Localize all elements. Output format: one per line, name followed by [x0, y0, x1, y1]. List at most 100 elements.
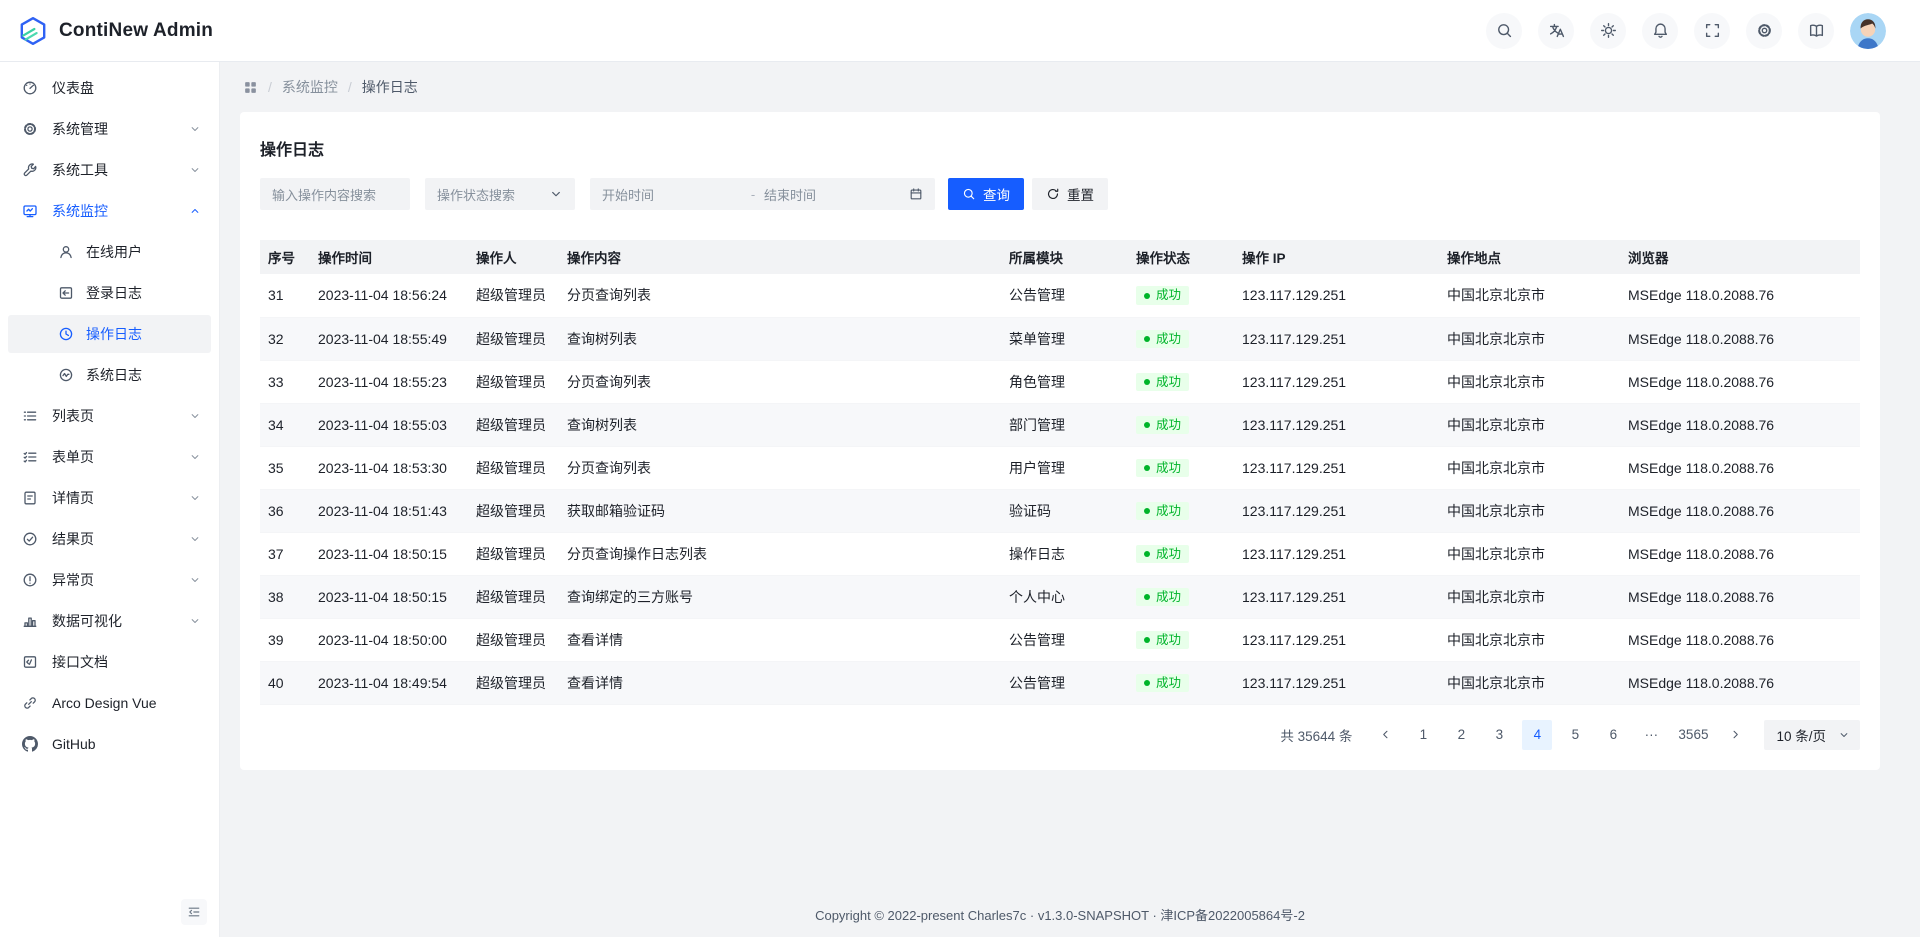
app-root: ContiNew Admin: [0, 0, 1920, 937]
table-row: 38 2023-11-04 18:50:15 超级管理员 查询绑定的三方账号 个…: [260, 575, 1860, 618]
sidebar-item-system-tools[interactable]: 系统工具: [8, 151, 211, 189]
docs-button[interactable]: [1798, 13, 1834, 49]
page-number-button-active[interactable]: 4: [1522, 720, 1552, 750]
sidebar-item-list-pages[interactable]: 列表页: [8, 397, 211, 435]
translate-button[interactable]: [1538, 13, 1574, 49]
apps-grid-icon[interactable]: [243, 80, 258, 95]
cell-content: 分页查询操作日志列表: [559, 532, 1001, 575]
cell-ip: 123.117.129.251: [1234, 274, 1439, 317]
breadcrumb: / 系统监控 / 操作日志: [240, 62, 1880, 112]
user-icon: [58, 244, 74, 260]
chevron-left-icon: [1379, 728, 1392, 741]
sidebar-item-detail-pages[interactable]: 详情页: [8, 479, 211, 517]
cell-content: 分页查询列表: [559, 360, 1001, 403]
cell-location: 中国北京北京市: [1439, 661, 1620, 704]
sidebar-item-label: 仪表盘: [52, 78, 201, 98]
cell-operator: 超级管理员: [468, 618, 559, 661]
status-badge: 成功: [1136, 545, 1189, 564]
cell-ip: 123.117.129.251: [1234, 532, 1439, 575]
date-range-picker[interactable]: 开始时间 - 结束时间: [590, 178, 935, 210]
avatar[interactable]: [1850, 13, 1886, 49]
reset-button[interactable]: 重置: [1032, 178, 1108, 210]
cell-location: 中国北京北京市: [1439, 317, 1620, 360]
page-number-button[interactable]: 1: [1408, 720, 1438, 750]
cell-status: 成功: [1128, 618, 1234, 661]
sidebar-item-online-users[interactable]: 在线用户: [8, 233, 211, 271]
cell-content: 查看详情: [559, 618, 1001, 661]
next-page-button[interactable]: [1720, 720, 1750, 750]
sidebar-collapse-button[interactable]: [181, 899, 207, 925]
theme-toggle-button[interactable]: [1590, 13, 1626, 49]
sidebar-item-exception-pages[interactable]: 异常页: [8, 561, 211, 599]
cell-module: 菜单管理: [1001, 317, 1128, 360]
cell-location: 中国北京北京市: [1439, 532, 1620, 575]
chevron-up-icon: [189, 205, 201, 217]
cell-status: 成功: [1128, 274, 1234, 317]
table-row: 37 2023-11-04 18:50:15 超级管理员 分页查询操作日志列表 …: [260, 532, 1860, 575]
cell-location: 中国北京北京市: [1439, 360, 1620, 403]
sidebar-item-dashboard[interactable]: 仪表盘: [8, 69, 211, 107]
cell-module: 角色管理: [1001, 360, 1128, 403]
cell-browser: MSEdge 118.0.2088.76: [1620, 403, 1860, 446]
status-dot-icon: [1144, 508, 1150, 514]
sidebar-item-form-pages[interactable]: 表单页: [8, 438, 211, 476]
sidebar-item-github[interactable]: GitHub: [8, 725, 211, 763]
search-button[interactable]: [1486, 13, 1522, 49]
prev-page-button[interactable]: [1370, 720, 1400, 750]
cell-time: 2023-11-04 18:56:24: [310, 274, 468, 317]
cell-ip: 123.117.129.251: [1234, 661, 1439, 704]
cell-id: 38: [260, 575, 310, 618]
sidebar-item-operation-log[interactable]: 操作日志: [8, 315, 211, 353]
page-size-select[interactable]: 10 条/页: [1764, 720, 1860, 750]
cell-time: 2023-11-04 18:50:00: [310, 618, 468, 661]
cell-time: 2023-11-04 18:55:23: [310, 360, 468, 403]
content-search-input[interactable]: 输入操作内容搜索: [260, 178, 410, 210]
gear-icon: [1756, 22, 1773, 39]
cell-ip: 123.117.129.251: [1234, 618, 1439, 661]
search-submit-button[interactable]: 查询: [948, 178, 1024, 210]
status-dot-icon: [1144, 637, 1150, 643]
chevron-down-icon: [189, 410, 201, 422]
status-dot-icon: [1144, 336, 1150, 342]
calendar-icon: [909, 187, 923, 201]
sidebar-item-system-management[interactable]: 系统管理: [8, 110, 211, 148]
cell-operator: 超级管理员: [468, 661, 559, 704]
page-number-button[interactable]: 3565: [1674, 720, 1712, 750]
select-placeholder: 操作状态搜索: [437, 185, 515, 204]
status-dot-icon: [1144, 422, 1150, 428]
page-ellipsis-button[interactable]: ···: [1636, 720, 1666, 750]
settings-button[interactable]: [1746, 13, 1782, 49]
sidebar-item-system-monitor[interactable]: 系统监控: [8, 192, 211, 230]
sidebar-item-arco-design-vue[interactable]: Arco Design Vue: [8, 684, 211, 722]
operation-log-table: 序号 操作时间 操作人 操作内容 所属模块 操作状态 操作 IP 操作地点 浏览…: [260, 240, 1860, 705]
brand[interactable]: ContiNew Admin: [18, 16, 213, 46]
cell-ip: 123.117.129.251: [1234, 360, 1439, 403]
cell-browser: MSEdge 118.0.2088.76: [1620, 360, 1860, 403]
sidebar-item-data-visualization[interactable]: 数据可视化: [8, 602, 211, 640]
status-badge: 成功: [1136, 373, 1189, 392]
col-header-time: 操作时间: [310, 240, 468, 274]
sidebar-item-system-log[interactable]: 系统日志: [8, 356, 211, 394]
cell-time: 2023-11-04 18:49:54: [310, 661, 468, 704]
cell-browser: MSEdge 118.0.2088.76: [1620, 661, 1860, 704]
sidebar-item-result-pages[interactable]: 结果页: [8, 520, 211, 558]
status-text: 成功: [1156, 505, 1181, 518]
page-number-button[interactable]: 5: [1560, 720, 1590, 750]
page-number-button[interactable]: 3: [1484, 720, 1514, 750]
notifications-button[interactable]: [1642, 13, 1678, 49]
col-header-location: 操作地点: [1439, 240, 1620, 274]
cell-location: 中国北京北京市: [1439, 274, 1620, 317]
page-number-button[interactable]: 6: [1598, 720, 1628, 750]
sidebar-item-label: 表单页: [52, 447, 189, 467]
pulse-circle-icon: [58, 367, 74, 383]
page-number-button[interactable]: 2: [1446, 720, 1476, 750]
sidebar-item-label: 操作日志: [86, 324, 201, 344]
reset-button-label: 重置: [1067, 184, 1094, 204]
breadcrumb-parent[interactable]: 系统监控: [282, 77, 338, 97]
status-select[interactable]: 操作状态搜索: [425, 178, 575, 210]
sidebar-item-api-docs[interactable]: 接口文档: [8, 643, 211, 681]
fullscreen-button[interactable]: [1694, 13, 1730, 49]
dashboard-icon: [22, 80, 38, 96]
table-row: 40 2023-11-04 18:49:54 超级管理员 查看详情 公告管理 成…: [260, 661, 1860, 704]
sidebar-item-login-log[interactable]: 登录日志: [8, 274, 211, 312]
